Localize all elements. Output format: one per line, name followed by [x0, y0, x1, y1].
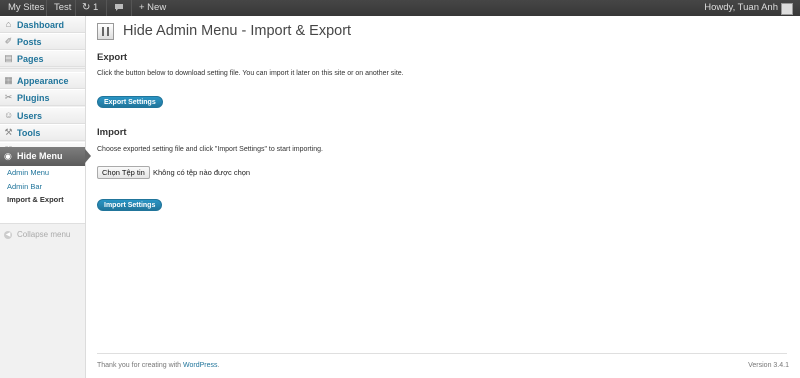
my-sites-link[interactable]: My Sites [8, 0, 44, 16]
sidebar-item-label: Plugins [17, 93, 50, 103]
pin-icon: ✐ [4, 36, 13, 46]
sidebar-item-label: Pages [17, 54, 44, 64]
eye-icon: ◉ [4, 151, 12, 161]
export-description: Click the button below to download setti… [97, 70, 404, 77]
footer-thanks: Thank you for creating with WordPress. [97, 362, 219, 369]
main-content: Hide Admin Menu - Import & Export Export… [86, 16, 800, 378]
hide-menu-submenu: Admin Menu Admin Bar Import & Export [0, 166, 85, 224]
howdy-user-link[interactable]: Howdy, Tuan Anh [704, 0, 778, 16]
sidebar-item-pages[interactable]: ▤ Pages [0, 50, 85, 67]
admin-bar-divider [106, 0, 107, 16]
sidebar-item-label: Hide Menu [17, 151, 63, 161]
footer-period: . [217, 362, 220, 369]
new-content-link[interactable]: + New [139, 0, 166, 16]
collapse-menu-button[interactable]: ◀ Collapse menu [0, 229, 85, 243]
choose-file-button[interactable]: Chọn Tệp tin [97, 166, 150, 179]
admin-bar-divider [46, 0, 47, 16]
admin-bar-divider [131, 0, 132, 16]
footer-divider [97, 353, 787, 354]
footer-version: Version 3.4.1 [748, 362, 789, 369]
site-name-link[interactable]: Test [54, 0, 71, 16]
appearance-icon: ▦ [4, 75, 13, 85]
sidebar-item-label: Appearance [17, 76, 69, 86]
comments-link[interactable] [114, 0, 124, 16]
menu-separator [0, 68, 85, 69]
sidebar-item-label: Tools [17, 128, 41, 138]
tools-page-icon [97, 23, 114, 40]
plugins-icon: ✂ [4, 92, 13, 102]
updates-link[interactable]: ↻ 1 [82, 0, 98, 16]
tools-icon: ⚒ [4, 127, 13, 137]
sidebar-item-label: Users [17, 111, 43, 121]
page-title: Hide Admin Menu - Import & Export [123, 23, 352, 39]
admin-bar: My Sites Test ↻ 1 + New Howdy, Tuan Anh [0, 0, 800, 16]
submenu-item-admin-bar[interactable]: Admin Bar [7, 182, 42, 191]
import-settings-button[interactable]: Import Settings [97, 199, 163, 211]
collapse-arrow-icon: ◀ [4, 231, 12, 239]
sidebar-item-posts[interactable]: ✐ Posts [0, 33, 85, 50]
sidebar-item-plugins[interactable]: ✂ Plugins [0, 89, 85, 106]
users-icon: ☺ [4, 110, 14, 120]
wordpress-link[interactable]: WordPress [183, 362, 218, 369]
sidebar-item-label: Dashboard [17, 20, 65, 30]
pages-icon: ▤ [4, 53, 13, 63]
export-heading: Export [97, 52, 128, 63]
submenu-item-import-export[interactable]: Import & Export [7, 195, 64, 204]
collapse-menu-label: Collapse menu [17, 230, 71, 239]
comment-bubble-icon [115, 3, 123, 11]
sidebar-item-dashboard[interactable]: ⌂ Dashboard [0, 16, 85, 33]
import-heading: Import [97, 127, 127, 138]
sidebar-item-appearance[interactable]: ▦ Appearance [0, 72, 85, 89]
file-status-text: Không có tệp nào được chọn [153, 168, 251, 177]
export-settings-button[interactable]: Export Settings [97, 96, 163, 108]
avatar[interactable] [781, 3, 793, 15]
sidebar-item-users[interactable]: ☺ Users [0, 107, 85, 124]
refresh-icon: ↻ [82, 2, 91, 13]
sidebar-item-hide-menu[interactable]: ◉ Hide Menu [0, 147, 85, 166]
dashboard-icon: ⌂ [5, 19, 12, 29]
footer-thanks-text: Thank you for creating with [97, 362, 183, 369]
import-description: Choose exported setting file and click "… [97, 146, 323, 153]
sidebar-item-tools[interactable]: ⚒ Tools [0, 124, 85, 141]
submenu-item-admin-menu[interactable]: Admin Menu [7, 168, 49, 177]
sidebar-item-label: Posts [17, 37, 42, 47]
admin-bar-divider [75, 0, 76, 16]
updates-count: 1 [93, 2, 99, 13]
